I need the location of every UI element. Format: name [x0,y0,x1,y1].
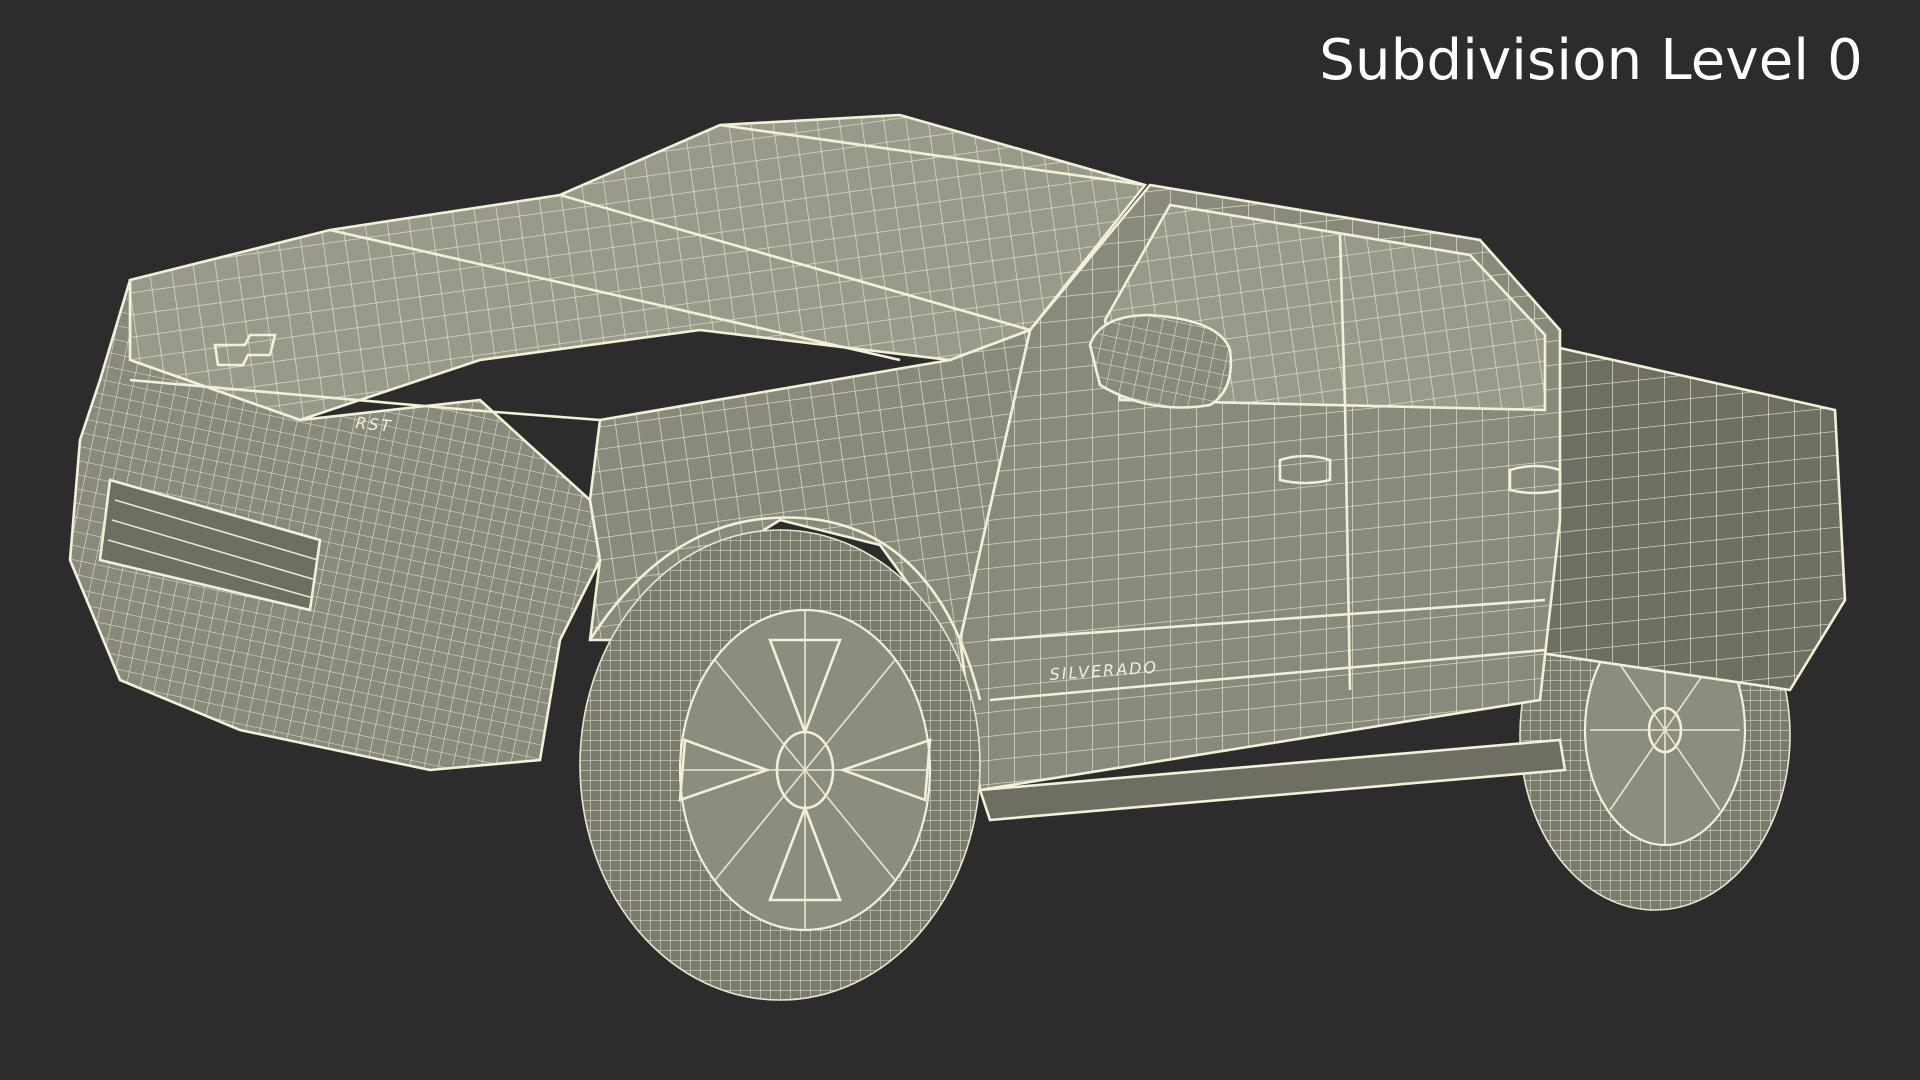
wireframe-truck-model: SILVERADO RST [68,113,1847,1001]
render-viewport: SILVERADO RST Subdivision Level 0 [0,0,1920,1080]
front-wheel [579,529,981,1001]
subdivision-level-label: Subdivision Level 0 [1319,28,1863,93]
rst-badge: RST [355,413,394,436]
